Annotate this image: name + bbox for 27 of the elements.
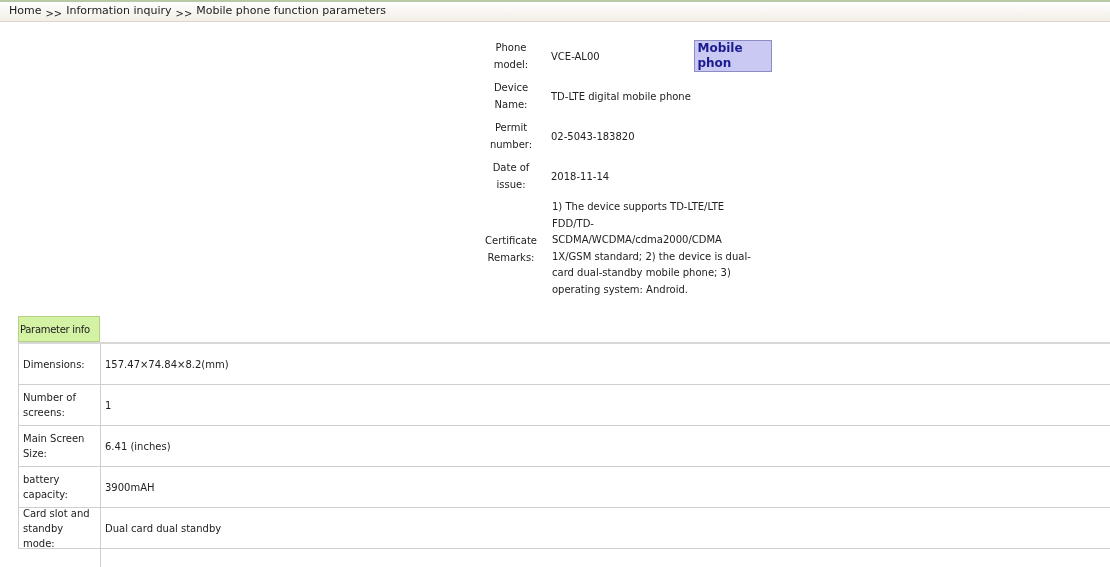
field-label: Date of issue: <box>491 161 531 192</box>
field-value: 1) The device supports TD-LTE/LTE FDD/TD-SCDMA/WCDMA/cdma2000/CDMA 1X/GSM standard; 2) the device is dual-card dual-standby mobile phone; 3) operating system: Android. <box>552 200 752 297</box>
field-label: Device Name: <box>492 81 530 112</box>
field-label: Certificate Remarks: <box>484 233 538 265</box>
breadcrumb-separator: >> <box>45 7 63 21</box>
table-cell: battery capacity: <box>19 467 101 507</box>
field-value: TD-LTE digital mobile phone <box>551 89 692 104</box>
table-cell: Dimensions: <box>19 344 101 384</box>
breadcrumb-link[interactable]: Home <box>9 2 42 19</box>
breadcrumb-separator: >> <box>175 7 193 21</box>
table-cell-text: 3900mAH <box>104 480 156 495</box>
field-value: 02-5043-183820 <box>551 129 636 144</box>
breadcrumb-link[interactable]: Information inquiry <box>66 2 172 19</box>
table-cell: Card slot and standby mode: <box>19 508 101 548</box>
breadcrumb-link[interactable]: Mobile phone function parameters <box>196 2 386 19</box>
table-cell: Main Screen Size: <box>19 426 101 466</box>
table-cell: Number of screens: <box>19 385 101 425</box>
table-cell-text: 6.41 (inches) <box>104 439 172 454</box>
table-cell-text: 157.47×74.84×8.2(mm) <box>104 357 230 372</box>
field-value: 2018-11-14 <box>551 169 611 184</box>
field-value: VCE-AL00 <box>551 49 601 64</box>
field-label: Permit number: <box>488 121 534 152</box>
table-cell-text: 1 <box>104 398 113 413</box>
section-heading: Parameter info <box>18 316 100 342</box>
field-label: Phone model: <box>492 41 530 72</box>
category-tag: Mobile phon <box>694 40 772 72</box>
table-cell-text: Dual card dual standby <box>104 521 223 536</box>
